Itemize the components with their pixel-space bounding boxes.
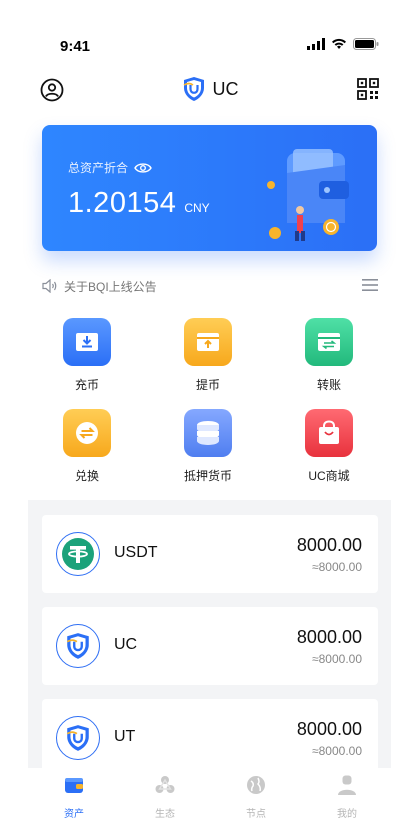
coin-row-usdt[interactable]: USDT 8000.00 ≈8000.00 bbox=[42, 515, 378, 593]
action-label: 充币 bbox=[74, 378, 99, 392]
action-label: 抵押货币 bbox=[183, 469, 232, 483]
tether-icon bbox=[56, 532, 100, 576]
asset-summary-card[interactable]: 总资产折合 1.20154 CNY bbox=[42, 125, 377, 251]
uc-shield-icon bbox=[56, 624, 100, 668]
transfer-icon bbox=[305, 318, 353, 366]
speaker-icon bbox=[42, 279, 57, 293]
deposit-icon bbox=[63, 318, 111, 366]
tab-profile[interactable]: 我的 bbox=[317, 774, 377, 820]
shopping-bag-icon bbox=[305, 409, 353, 457]
action-transfer[interactable]: 转账 bbox=[284, 318, 374, 393]
profile-tab-icon bbox=[338, 775, 356, 795]
status-bar: 9:41 bbox=[0, 0, 419, 60]
wifi-icon bbox=[332, 38, 346, 49]
tab-ecology[interactable]: 生态 bbox=[135, 774, 195, 820]
menu-icon[interactable] bbox=[362, 278, 378, 292]
tab-label: 资产 bbox=[64, 809, 84, 820]
coin-approx-value: ≈8000.00 bbox=[312, 652, 362, 666]
action-deposit[interactable]: 充币 bbox=[42, 318, 132, 393]
coin-row-ut[interactable]: UT 8000.00 ≈8000.00 bbox=[42, 699, 378, 777]
nav-title: UC bbox=[181, 76, 239, 102]
ecology-tab-icon bbox=[155, 776, 175, 793]
wallet-tab-icon bbox=[65, 778, 83, 793]
uc-shield-icon bbox=[56, 716, 100, 760]
coin-name: UT bbox=[114, 728, 136, 745]
action-collateral[interactable]: 抵押货币 bbox=[163, 409, 253, 484]
coin-name: UC bbox=[114, 636, 138, 653]
coin-row-uc[interactable]: UC 8000.00 ≈8000.00 bbox=[42, 607, 378, 685]
status-icons bbox=[307, 38, 379, 50]
asset-label: 总资产折合 bbox=[68, 161, 129, 175]
globe-tab-icon bbox=[247, 776, 265, 794]
eye-icon[interactable] bbox=[134, 162, 152, 174]
tab-assets[interactable]: 资产 bbox=[44, 774, 104, 820]
bottom-tab-bar: 资产 生态 节点 我的 bbox=[28, 768, 391, 824]
action-label: 兑换 bbox=[74, 469, 99, 483]
announcement-text[interactable]: 关于BQI上线公告 bbox=[64, 278, 157, 295]
asset-currency-unit: CNY bbox=[184, 201, 210, 215]
user-icon[interactable] bbox=[40, 78, 64, 102]
coin-approx-value: ≈8000.00 bbox=[312, 744, 362, 758]
asset-label-row: 总资产折合 bbox=[68, 159, 152, 176]
coins-stack-icon bbox=[184, 409, 232, 457]
uc-logo-icon bbox=[183, 77, 204, 101]
app-title: UC bbox=[212, 78, 239, 99]
action-label: 提币 bbox=[195, 378, 220, 392]
wallet-illustration-icon bbox=[267, 149, 349, 241]
withdraw-icon bbox=[184, 318, 232, 366]
status-time: 9:41 bbox=[60, 38, 91, 55]
nav-bar: UC bbox=[0, 70, 419, 110]
action-label: UC商城 bbox=[308, 469, 350, 483]
action-withdraw[interactable]: 提币 bbox=[163, 318, 253, 393]
exchange-icon bbox=[63, 409, 111, 457]
tab-label: 生态 bbox=[155, 809, 175, 820]
action-label: 转账 bbox=[316, 378, 341, 392]
action-exchange[interactable]: 兑换 bbox=[42, 409, 132, 484]
asset-total-value: 1.20154 bbox=[68, 187, 177, 219]
tab-nodes[interactable]: 节点 bbox=[226, 774, 286, 820]
action-uc-mall[interactable]: UC商城 bbox=[284, 409, 374, 484]
coin-name: USDT bbox=[114, 544, 158, 561]
tab-label: 节点 bbox=[246, 809, 266, 820]
coin-amount: 8000.00 bbox=[296, 627, 362, 647]
coin-amount: 8000.00 bbox=[296, 535, 362, 555]
coin-approx-value: ≈8000.00 bbox=[312, 560, 362, 574]
battery-icon bbox=[353, 38, 379, 50]
coin-amount: 8000.00 bbox=[296, 719, 362, 739]
announcement-bar[interactable]: 关于BQI上线公告 bbox=[42, 276, 378, 296]
tab-label: 我的 bbox=[337, 809, 357, 820]
signal-icon bbox=[307, 38, 325, 50]
asset-value-row: 1.20154 CNY bbox=[68, 187, 210, 220]
qr-code-icon[interactable] bbox=[357, 78, 379, 100]
